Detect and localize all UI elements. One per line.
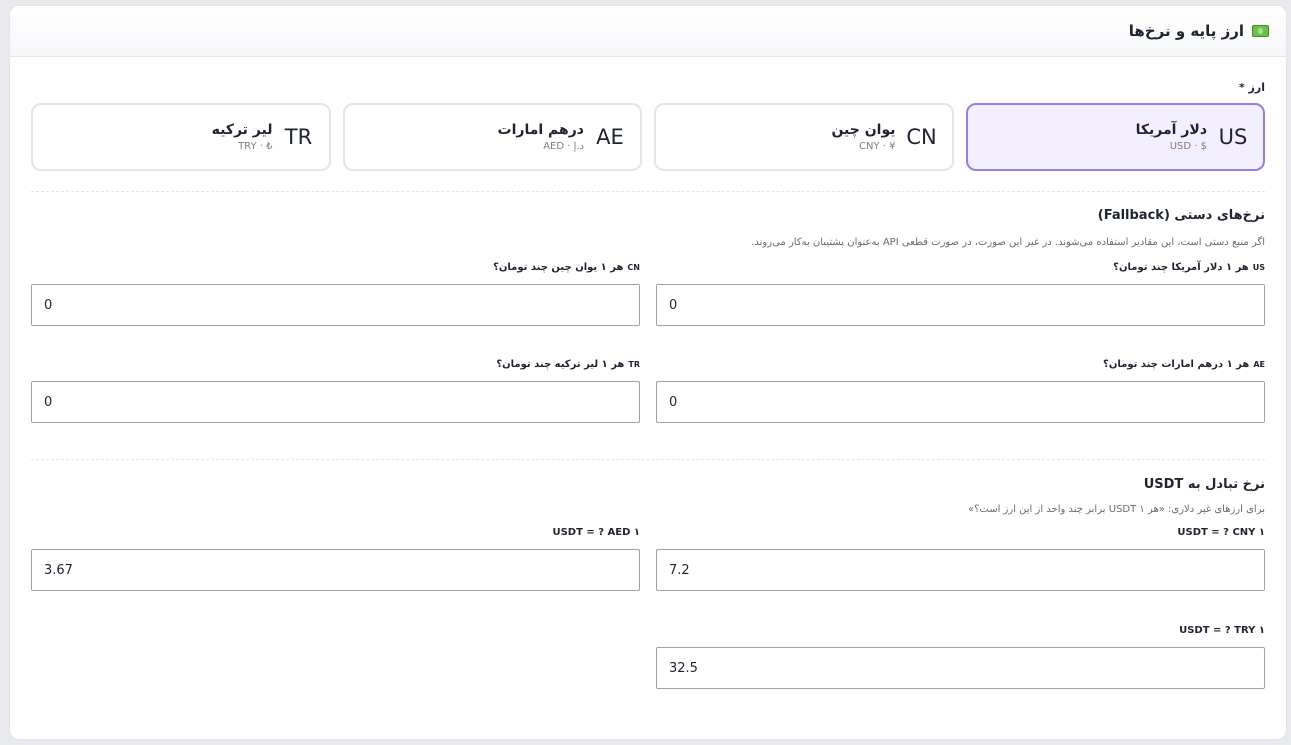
usdt-title: نرخ تبادل به USDT <box>1143 477 1265 492</box>
currency-code: TR <box>284 125 313 149</box>
currency-sub: ₺ · TRY <box>238 141 273 152</box>
fallback-hint: اگر منبع دستی است، این مقادیر استفاده می… <box>751 237 1265 248</box>
currency-options: US دلار آمریکا $ · USD CN یوان چین ¥ · C… <box>31 103 1265 171</box>
currency-name: دلار آمریکا <box>1135 122 1207 138</box>
try-toman-input[interactable] <box>31 381 640 423</box>
currency-sub: د.إ · AED <box>543 141 584 152</box>
section-divider <box>31 191 1265 192</box>
currency-code: US <box>1218 125 1248 149</box>
money-icon <box>1252 25 1269 37</box>
currency-name: لیر ترکیه <box>211 122 273 138</box>
card-header: ارز پایه و نرخ‌ها <box>10 6 1286 57</box>
currency-name: یوان چین <box>831 122 896 138</box>
usdt-cny-input[interactable] <box>656 549 1265 591</box>
field-label: ۱ USDT = ? TRY <box>1179 625 1265 636</box>
field-label: CNهر ۱ یوان چین چند تومان؟ <box>493 262 640 273</box>
fallback-field-try: TRهر ۱ لیر ترکیه چند تومان؟ <box>31 359 640 423</box>
usdt-field-try: ۱ USDT = ? TRY <box>656 625 1265 689</box>
aed-toman-input[interactable] <box>656 381 1265 423</box>
field-label: AEهر ۱ درهم امارات چند تومان؟ <box>1103 359 1265 370</box>
currency-option-usd[interactable]: US دلار آمریکا $ · USD <box>965 103 1265 171</box>
usdt-try-input[interactable] <box>656 647 1265 689</box>
field-label: ۱ USDT = ? CNY <box>1177 527 1265 538</box>
currency-label: ارز * <box>1238 81 1265 94</box>
currency-code: CN <box>906 125 937 149</box>
currency-option-cny[interactable]: CN یوان چین ¥ · CNY <box>654 103 954 171</box>
usdt-fields: ۱ USDT = ? CNY ۱ USDT = ? AED ۱ USDT = ?… <box>31 527 1265 689</box>
fallback-field-usd: USهر ۱ دلار آمریکا چند تومان؟ <box>656 262 1265 326</box>
currency-option-try[interactable]: TR لیر ترکیه ₺ · TRY <box>31 103 331 171</box>
currency-option-aed[interactable]: AE درهم امارات د.إ · AED <box>342 103 642 171</box>
fallback-title: نرخ‌های دستی (Fallback) <box>1097 208 1265 223</box>
usdt-aed-input[interactable] <box>31 549 640 591</box>
currency-sub: $ · USD <box>1169 141 1207 152</box>
usdt-field-cny: ۱ USDT = ? CNY <box>656 527 1265 591</box>
section-divider <box>31 459 1265 460</box>
currency-code: AE <box>596 125 624 149</box>
card-body: ارز * US دلار آمریکا $ · USD CN یوان چین… <box>10 81 1286 689</box>
field-label: USهر ۱ دلار آمریکا چند تومان؟ <box>1113 262 1265 273</box>
field-label: ۱ USDT = ? AED <box>552 527 640 538</box>
usdt-hint: برای ارزهای غیر دلاری: «هر ۱ USDT برابر … <box>967 504 1265 515</box>
settings-card: ارز پایه و نرخ‌ها ارز * US دلار آمریکا $… <box>9 5 1287 740</box>
currency-name: درهم امارات <box>497 122 584 138</box>
fallback-field-cny: CNهر ۱ یوان چین چند تومان؟ <box>31 262 640 326</box>
fallback-fields: USهر ۱ دلار آمریکا چند تومان؟ CNهر ۱ یوا… <box>31 262 1265 423</box>
usdt-field-aed: ۱ USDT = ? AED <box>31 527 640 591</box>
usd-toman-input[interactable] <box>656 284 1265 326</box>
field-label: TRهر ۱ لیر ترکیه چند تومان؟ <box>496 359 640 370</box>
card-title: ارز پایه و نرخ‌ها <box>1128 22 1244 40</box>
cny-toman-input[interactable] <box>31 284 640 326</box>
fallback-field-aed: AEهر ۱ درهم امارات چند تومان؟ <box>656 359 1265 423</box>
currency-sub: ¥ · CNY <box>859 141 896 152</box>
